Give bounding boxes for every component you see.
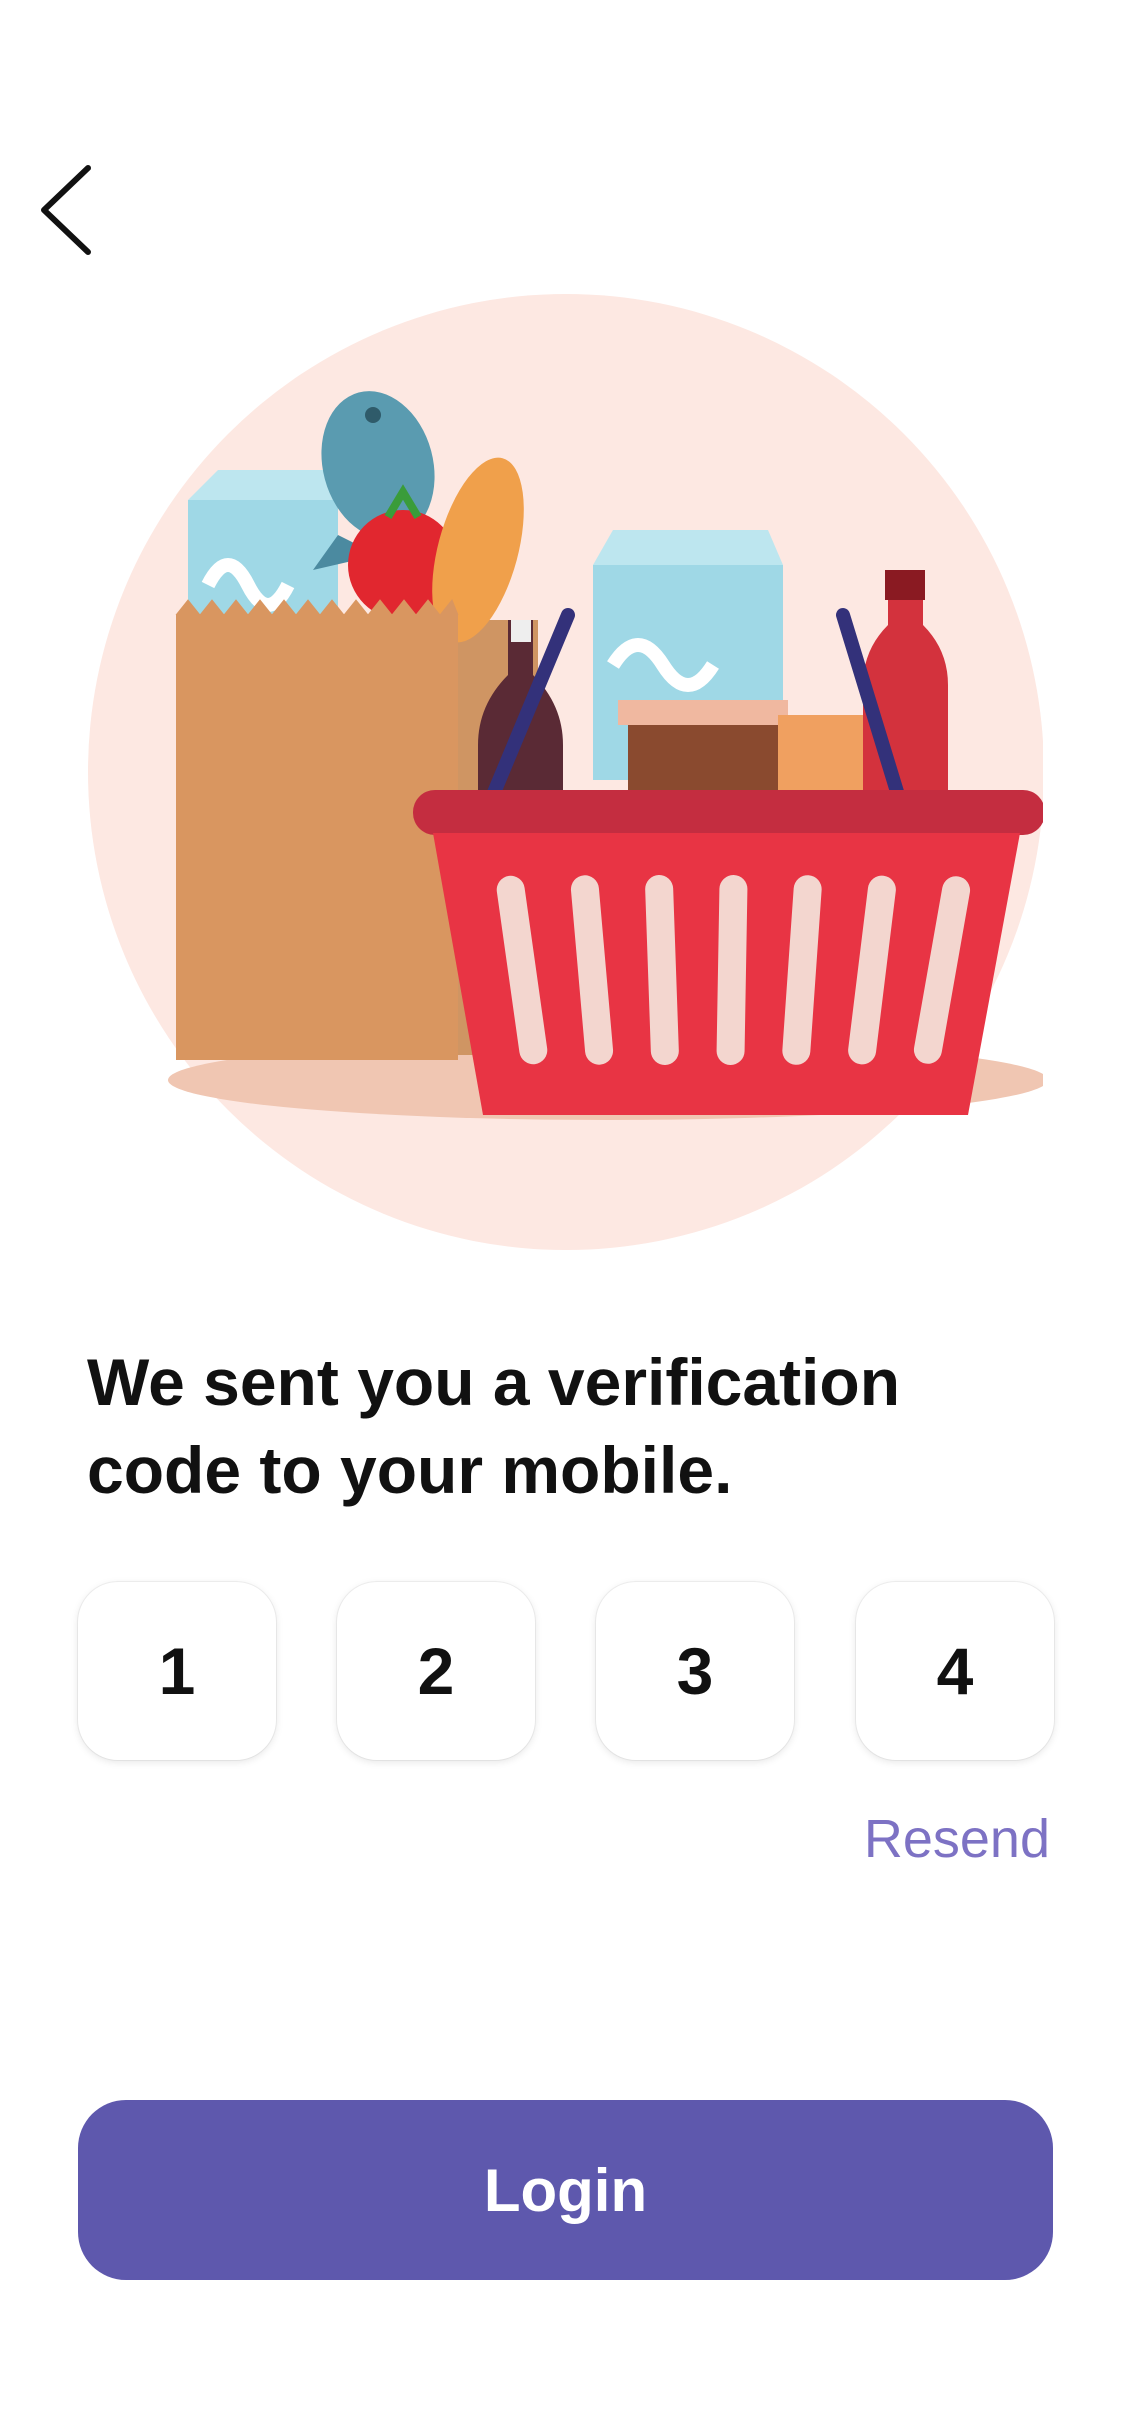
login-button[interactable]: Login <box>78 2100 1053 2280</box>
code-digit-3-field[interactable]: 3 <box>596 1582 794 1760</box>
page-title: We sent you a verification code to your … <box>87 1338 1007 1514</box>
code-digit-2-field[interactable]: 2 <box>337 1582 535 1760</box>
chevron-left-icon <box>41 165 91 255</box>
back-button[interactable] <box>30 160 110 260</box>
code-digit-1-field[interactable]: 1 <box>78 1582 276 1760</box>
code-digit-4-field[interactable]: 4 <box>856 1582 1054 1760</box>
resend-link[interactable]: Resend <box>864 1808 1050 1870</box>
page-title-line2: code to your mobile. <box>87 1433 733 1507</box>
page-title-line1: We sent you a verification <box>87 1345 901 1419</box>
grocery-basket-illustration <box>88 285 1043 1260</box>
verification-code-inputs: 1 2 3 4 <box>78 1582 1054 1760</box>
